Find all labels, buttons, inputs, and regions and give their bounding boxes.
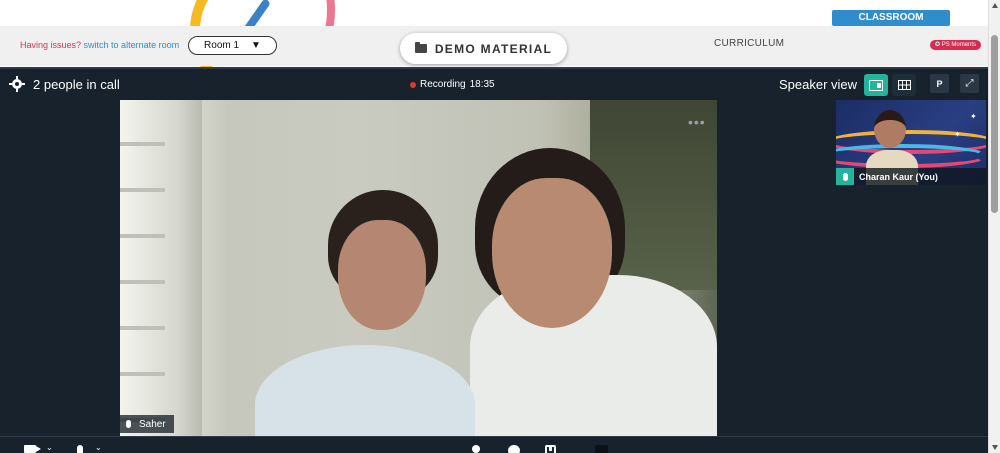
- grid-view-icon: [897, 80, 911, 90]
- tab-classroom[interactable]: CLASSROOM: [832, 10, 950, 32]
- chat-button[interactable]: [508, 445, 520, 453]
- room-select[interactable]: Room 1 ▼: [188, 36, 277, 55]
- stop-icon: [595, 445, 608, 453]
- p-button[interactable]: P: [930, 74, 949, 93]
- participant-name: Saher: [139, 418, 166, 430]
- people-count: 2 people in call: [33, 77, 120, 92]
- video-window-bars: [120, 100, 165, 436]
- sparkle-icon: ✦: [954, 130, 961, 139]
- video-person-face: [492, 178, 612, 328]
- expand-icon[interactable]: ⤢: [960, 74, 979, 93]
- more-options-icon[interactable]: •••: [688, 114, 706, 130]
- view-mode-label: Speaker view: [779, 77, 858, 92]
- recording-dot-icon: [410, 81, 416, 88]
- chat-icon: [508, 445, 520, 453]
- issues-text: Having issues?: [20, 40, 82, 50]
- grid-view-button[interactable]: [892, 74, 916, 96]
- microphone-icon: [77, 445, 83, 453]
- ps-moments-badge[interactable]: ✪ PS Moments: [930, 40, 982, 50]
- participants-button[interactable]: [472, 445, 480, 453]
- scroll-thumb[interactable]: [991, 35, 998, 213]
- mic-toggle[interactable]: ⌄: [77, 444, 102, 453]
- stop-button[interactable]: [595, 445, 608, 453]
- main-video[interactable]: [120, 100, 717, 436]
- switch-room-link[interactable]: switch to alternate room: [84, 40, 180, 50]
- self-video-thumbnail[interactable]: ✦ ✦ Charan Kaur (You): [836, 100, 986, 185]
- chevron-down-icon[interactable]: ⌄: [46, 444, 53, 452]
- thumbnail-person-face: [874, 110, 906, 148]
- speaker-view-button[interactable]: [864, 74, 888, 96]
- page-scrollbar[interactable]: [988, 0, 1000, 453]
- call-toolbar: 2 people in call Recording 18:35 Speaker…: [0, 69, 988, 100]
- demo-material-button[interactable]: DEMO MATERIAL: [400, 33, 567, 64]
- folder-icon: [414, 42, 427, 53]
- demo-material-label: DEMO MATERIAL: [434, 41, 553, 56]
- speaker-view-icon: [869, 79, 883, 91]
- microphone-icon: [842, 172, 848, 181]
- recording-label: Recording: [420, 79, 466, 90]
- share-screen-icon: [545, 445, 556, 453]
- room-select-value: Room 1: [204, 40, 240, 51]
- self-participant-name: Charan Kaur (You): [859, 171, 938, 182]
- call-controls: ⌄ ⌄: [0, 436, 988, 453]
- scroll-down-arrow-icon[interactable]: [992, 445, 998, 450]
- person-icon: [472, 445, 480, 453]
- microphone-icon: [126, 420, 131, 428]
- scroll-up-arrow-icon[interactable]: [992, 3, 998, 8]
- chevron-down-icon: ▼: [251, 40, 261, 51]
- sparkle-icon: ✦: [970, 112, 977, 121]
- recording-status: Recording 18:35: [410, 79, 495, 90]
- camera-toggle[interactable]: ⌄: [24, 444, 53, 453]
- tab-curriculum[interactable]: CURRICULUM: [714, 38, 784, 49]
- video-call-panel: 2 people in call Recording 18:35 Speaker…: [0, 67, 988, 453]
- video-child-face: [338, 220, 426, 330]
- having-issues: Having issues? switch to alternate room: [20, 40, 179, 50]
- chevron-down-icon[interactable]: ⌄: [95, 444, 102, 452]
- recording-time: 18:35: [469, 79, 495, 90]
- gear-icon[interactable]: [9, 76, 25, 92]
- top-header: CLASSROOM Having issues? switch to alter…: [0, 0, 988, 100]
- participant-name-tag: Saher: [120, 415, 174, 433]
- self-name-tag: Charan Kaur (You): [836, 168, 986, 185]
- camera-icon: [24, 445, 41, 453]
- share-screen-button[interactable]: [545, 445, 556, 453]
- self-mic-indicator: [836, 168, 854, 185]
